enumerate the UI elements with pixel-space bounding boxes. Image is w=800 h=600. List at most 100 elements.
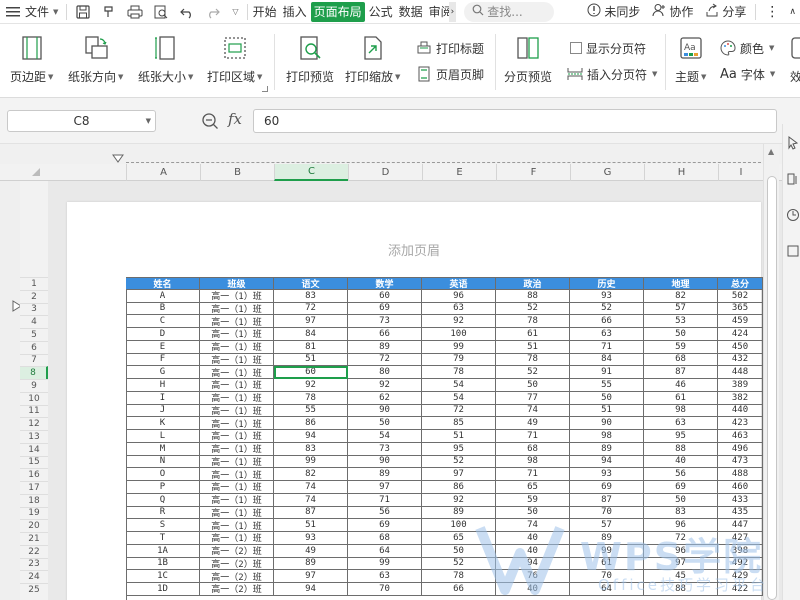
column-header-d[interactable]: D — [348, 164, 422, 181]
table-cell[interactable]: 424 — [718, 328, 763, 341]
table-cell[interactable]: O — [126, 468, 200, 481]
table-cell[interactable]: 100 — [422, 328, 496, 341]
table-cell[interactable]: 72 — [348, 353, 422, 367]
table-cell[interactable]: 74 — [496, 519, 570, 532]
zoom-out-icon[interactable] — [201, 112, 219, 130]
column-header-h[interactable]: H — [644, 164, 718, 181]
table-cell[interactable]: 1B — [126, 557, 200, 571]
print-titles-button[interactable]: 打印标题 — [416, 38, 484, 58]
table-cell[interactable]: 69 — [348, 519, 422, 532]
share-button[interactable]: 分享 — [699, 3, 752, 20]
row-header[interactable]: 10 — [20, 391, 48, 405]
table-cell[interactable]: 70 — [570, 506, 644, 520]
table-cell[interactable]: 61 — [496, 328, 570, 341]
print-preview-quick-button[interactable] — [148, 0, 174, 24]
table-cell[interactable]: 74 — [274, 493, 348, 507]
table-cell[interactable]: T — [126, 532, 200, 545]
table-cell[interactable]: 88 — [644, 583, 718, 596]
search-input[interactable]: 查找... — [464, 1, 555, 22]
page-break-preview-button[interactable]: 分页预览 — [504, 34, 552, 90]
paper-size-button[interactable]: 纸张大小 ▼ — [138, 34, 193, 90]
table-cell[interactable]: 429 — [718, 570, 763, 583]
table-cell[interactable]: 432 — [718, 353, 763, 367]
table-cell[interactable]: 99 — [570, 544, 644, 558]
fonts-button[interactable]: Aa 字体 ▼ — [720, 64, 775, 84]
table-cell[interactable]: 59 — [644, 340, 718, 354]
table-cell[interactable]: 72 — [274, 302, 348, 316]
table-cell[interactable]: 54 — [422, 379, 496, 392]
table-cell[interactable]: 高一（1）班 — [200, 532, 274, 545]
column-header-i[interactable]: I — [718, 164, 763, 181]
table-cell[interactable]: 73 — [348, 442, 422, 456]
table-cell[interactable]: 高一（2）班 — [200, 583, 274, 596]
table-cell[interactable]: 99 — [422, 340, 496, 354]
table-cell[interactable]: 463 — [718, 430, 763, 443]
scrollbar-thumb[interactable] — [767, 176, 777, 600]
table-cell[interactable]: 423 — [718, 417, 763, 430]
table-cell[interactable]: 82 — [274, 468, 348, 481]
column-header-c[interactable]: C — [274, 164, 348, 181]
table-cell[interactable]: 高一（2）班 — [200, 557, 274, 571]
row-header[interactable]: 13 — [20, 430, 48, 443]
table-cell[interactable]: 高一（1）班 — [200, 455, 274, 469]
table-cell[interactable]: 93 — [570, 468, 644, 481]
table-cell[interactable]: 74 — [496, 404, 570, 418]
table-cell[interactable]: 71 — [496, 468, 570, 481]
table-cell[interactable]: 49 — [496, 417, 570, 430]
table-cell[interactable]: 66 — [348, 328, 422, 341]
table-cell[interactable]: 高一（1）班 — [200, 481, 274, 494]
table-cell[interactable]: 50 — [644, 493, 718, 507]
table-cell[interactable]: 502 — [718, 289, 763, 303]
table-cell[interactable]: 72 — [422, 404, 496, 418]
table-cell[interactable]: 88 — [644, 442, 718, 456]
sync-status-button[interactable]: 未同步 — [581, 3, 646, 20]
table-cell[interactable]: 50 — [348, 417, 422, 430]
table-cell[interactable]: P — [126, 481, 200, 494]
table-cell[interactable]: 56 — [644, 468, 718, 481]
row-header[interactable]: 12 — [20, 417, 48, 430]
collaborate-button[interactable]: 协作 — [646, 3, 699, 20]
table-cell[interactable]: 89 — [570, 532, 644, 545]
table-cell[interactable]: 高一（1）班 — [200, 379, 274, 392]
table-cell[interactable]: 90 — [348, 404, 422, 418]
column-header-a[interactable]: A — [126, 164, 200, 181]
row-header[interactable]: 16 — [20, 468, 48, 481]
table-cell[interactable]: 61 — [570, 557, 644, 571]
table-cell[interactable]: I — [126, 391, 200, 405]
table-cell[interactable]: 84 — [274, 328, 348, 341]
table-cell[interactable]: 高一（1）班 — [200, 289, 274, 303]
column-header-e[interactable]: E — [422, 164, 496, 181]
table-cell[interactable]: 69 — [348, 302, 422, 316]
table-cell[interactable]: 40 — [644, 455, 718, 469]
table-cell[interactable]: 高一（1）班 — [200, 442, 274, 456]
row-header[interactable]: 22 — [20, 544, 48, 558]
table-cell[interactable]: A — [126, 289, 200, 303]
table-cell[interactable]: 89 — [274, 557, 348, 571]
table-cell[interactable]: 65 — [496, 481, 570, 494]
row-header[interactable]: 11 — [20, 404, 48, 418]
table-cell[interactable]: 99 — [348, 557, 422, 571]
show-page-breaks-checkbox[interactable]: 显示分页符 — [570, 38, 646, 58]
table-cell[interactable]: 高一（1）班 — [200, 340, 274, 354]
table-cell[interactable]: 1D — [126, 583, 200, 596]
table-cell[interactable]: 高一（1）班 — [200, 366, 274, 379]
table-cell[interactable]: 51 — [274, 353, 348, 367]
collapse-ribbon-button[interactable]: ∧ — [785, 7, 800, 17]
table-cell[interactable]: M — [126, 442, 200, 456]
row-header[interactable]: 19 — [20, 506, 48, 520]
formula-input[interactable]: 60 — [253, 109, 777, 133]
table-cell[interactable]: 高一（1）班 — [200, 519, 274, 532]
table-cell[interactable]: 98 — [570, 430, 644, 443]
table-cell[interactable]: 64 — [348, 544, 422, 558]
table-cell[interactable]: F — [126, 353, 200, 367]
table-cell[interactable]: 94 — [274, 583, 348, 596]
file-menu[interactable]: 文件 ▼ — [0, 0, 63, 24]
table-cell[interactable]: 76 — [496, 570, 570, 583]
table-cell[interactable]: 98 — [496, 455, 570, 469]
add-header-placeholder[interactable]: 添加页眉 — [67, 240, 761, 259]
table-cell[interactable]: 460 — [718, 481, 763, 494]
table-cell[interactable]: D — [126, 328, 200, 341]
tabs-scroll-button[interactable]: › — [448, 1, 457, 22]
table-cell[interactable]: 92 — [348, 379, 422, 392]
table-cell[interactable]: 85 — [422, 417, 496, 430]
